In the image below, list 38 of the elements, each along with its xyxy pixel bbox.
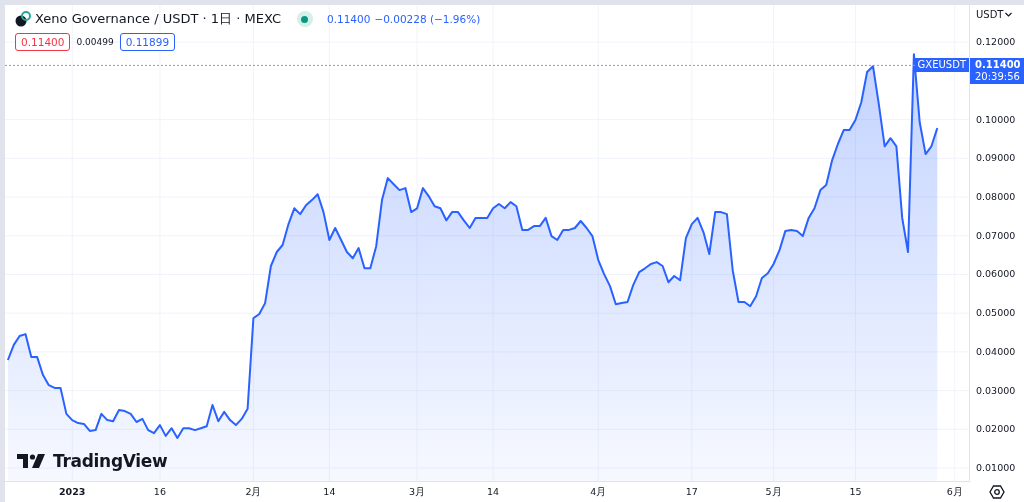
price-axis-label: 0.06000 [976,267,1016,282]
brand-name: TradingView [53,451,168,471]
caret-icon [1005,12,1013,17]
time-axis-label: 2023 [59,486,86,497]
price-axis-label: 0.04000 [976,344,1016,359]
tag-price: 0.11400 [975,59,1022,72]
price-axis-label: 0.12000 [976,35,1016,50]
time-axis-label: 2月 [245,486,262,499]
time-axis-label: 16 [153,486,166,497]
time-axis-label: 15 [849,486,862,497]
last-price: 0.11400 [326,13,371,25]
price-axis-label: 0.01000 [976,461,1016,476]
time-axis-label: 6月 [946,486,963,499]
price-axis-label: 0.08000 [976,190,1016,205]
logo-icon [17,454,47,468]
symbol-tag: GXEUSDT [914,58,969,73]
time-axis-label: 5月 [765,486,782,499]
bar-countdown: 20:39:56 [975,71,1021,84]
currency-selector[interactable]: USDT [976,9,1013,20]
price-axis-label: 0.07000 [976,228,1016,243]
sell-price[interactable]: 0.11400 [15,33,71,51]
time-axis-label: 14 [323,486,336,497]
time-axis-label: 14 [487,486,500,497]
spread-value: 0.00499 [76,37,114,47]
coin-icon [15,11,31,27]
symbol-title[interactable]: Xeno Governance / USDT · 1日 · MEXC [35,10,281,28]
price-axis-label: 0.09000 [976,151,1016,166]
time-axis-label: 17 [685,486,698,497]
market-status-icon [296,11,313,27]
price-axis-label: 0.10000 [976,112,1016,127]
price-axis-label: 0.02000 [976,422,1016,437]
price-axis-label: 0.03000 [976,383,1016,398]
time-axis-label: 4月 [590,486,607,499]
time-axis-label: 3月 [409,486,426,499]
price-change: −0.00228 (−1.96%) [374,13,481,25]
buy-price[interactable]: 0.11899 [119,33,176,51]
price-axis-label: 0.05000 [976,306,1016,321]
settings-icon[interactable] [989,484,1005,500]
